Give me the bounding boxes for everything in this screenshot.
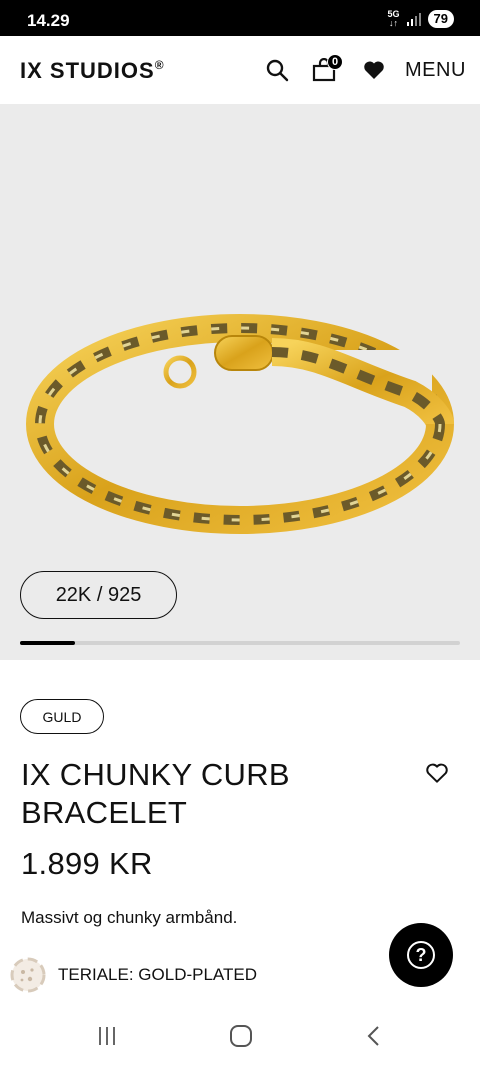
add-to-wishlist-button[interactable] xyxy=(424,760,450,786)
cookie-icon xyxy=(10,957,46,993)
variant-selector[interactable]: 22K / 925 xyxy=(20,571,177,619)
system-navigation-bar xyxy=(0,1006,480,1067)
product-description: Massivt og chunky armbånd. xyxy=(21,908,238,927)
cart-count-badge: 0 xyxy=(327,54,343,70)
recent-apps-button[interactable] xyxy=(92,1021,122,1051)
gallery-progress-fill xyxy=(20,641,75,645)
cart-button[interactable]: 0 xyxy=(310,54,343,84)
product-material: TERIALE: GOLD-PLATED xyxy=(58,965,258,984)
brand-logo[interactable]: IX STUDIOS® xyxy=(20,58,165,84)
search-icon xyxy=(266,59,289,82)
network-indicator: 5G ↓↑ xyxy=(388,10,400,28)
product-title: IX CHUNKY CURB BRACELET xyxy=(21,757,290,830)
signal-icon xyxy=(406,13,421,26)
battery-indicator: 79 xyxy=(427,10,454,28)
status-bar: 14.29 5G ↓↑ 79 xyxy=(0,0,480,36)
category-tag[interactable]: GULD xyxy=(20,699,104,734)
home-button[interactable] xyxy=(226,1021,256,1051)
network-activity: ↓↑ xyxy=(389,18,399,28)
wishlist-button[interactable] xyxy=(360,56,388,84)
status-indicators: 5G ↓↑ 79 xyxy=(388,10,454,28)
back-icon xyxy=(367,1026,379,1046)
search-button[interactable] xyxy=(263,56,291,84)
back-button[interactable] xyxy=(360,1021,390,1051)
help-button[interactable]: ? xyxy=(389,923,453,987)
cookie-settings-button[interactable] xyxy=(9,956,47,994)
registered-mark: ® xyxy=(154,58,165,72)
heart-outline-icon xyxy=(426,763,448,783)
home-icon xyxy=(230,1025,252,1047)
help-icon: ? xyxy=(407,941,435,969)
heart-icon xyxy=(364,61,384,79)
status-time: 14.29 xyxy=(27,11,70,30)
brand-name: IX STUDIOS xyxy=(20,58,155,83)
gallery-progress-track xyxy=(20,641,460,645)
recent-apps-icon xyxy=(99,1027,115,1045)
product-price: 1.899 KR xyxy=(21,846,153,881)
product-gallery[interactable]: 22K / 925 xyxy=(0,104,480,660)
menu-button[interactable]: MENU xyxy=(405,59,466,82)
product-image-bracelet[interactable] xyxy=(20,224,460,554)
site-header: IX STUDIOS® 0 MENU xyxy=(0,36,480,104)
